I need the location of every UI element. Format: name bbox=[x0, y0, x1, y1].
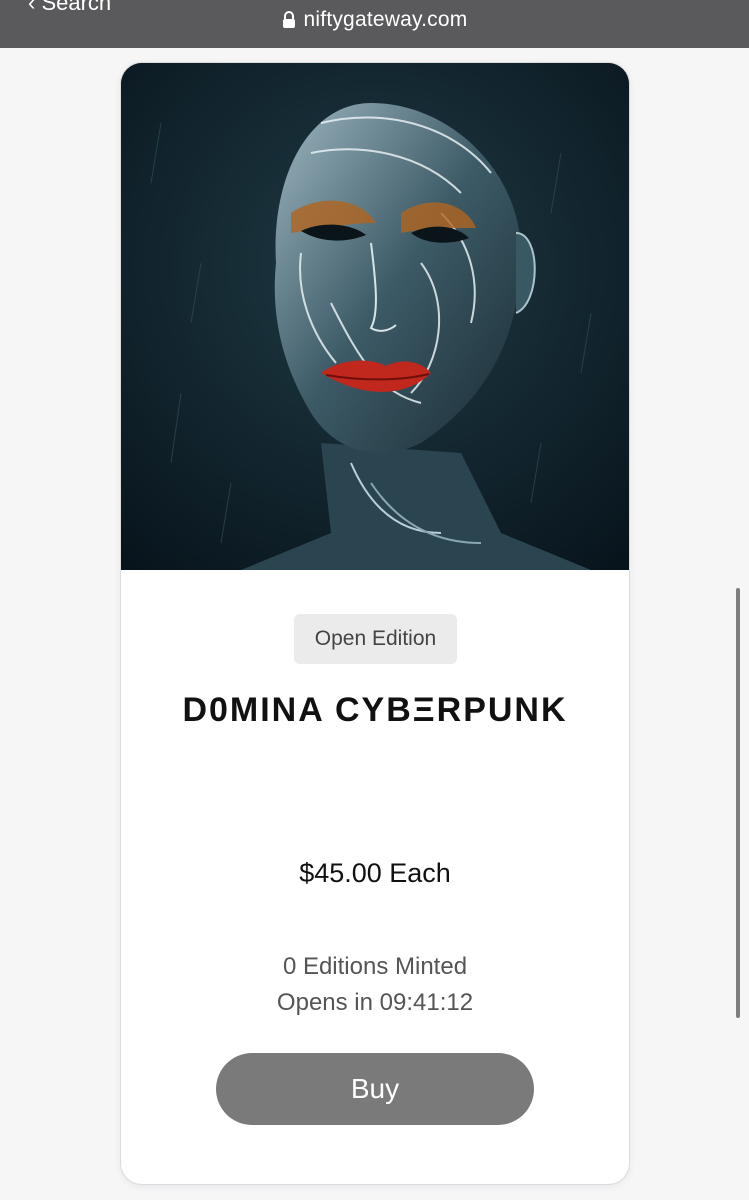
nft-card: Open Edition D0MINA CYBΞRPUNK $45.00 Eac… bbox=[120, 62, 630, 1185]
editions-minted-label: 0 Editions Minted bbox=[282, 953, 468, 980]
lock-icon bbox=[282, 11, 296, 29]
artwork-image[interactable] bbox=[121, 63, 629, 570]
browser-address-bar: ‹ Search niftygateway.com bbox=[0, 0, 749, 48]
url-field[interactable]: niftygateway.com bbox=[0, 6, 749, 34]
edition-type-badge: Open Edition bbox=[294, 614, 457, 664]
countdown-label: Opens in 09:41:12 bbox=[276, 989, 474, 1016]
buy-button[interactable]: Buy bbox=[216, 1053, 534, 1125]
page-scrollbar[interactable] bbox=[736, 588, 740, 1018]
nft-title: D0MINA CYBΞRPUNK bbox=[182, 691, 568, 729]
price-label: $45.00 Each bbox=[299, 858, 451, 888]
url-text: niftygateway.com bbox=[303, 8, 468, 31]
